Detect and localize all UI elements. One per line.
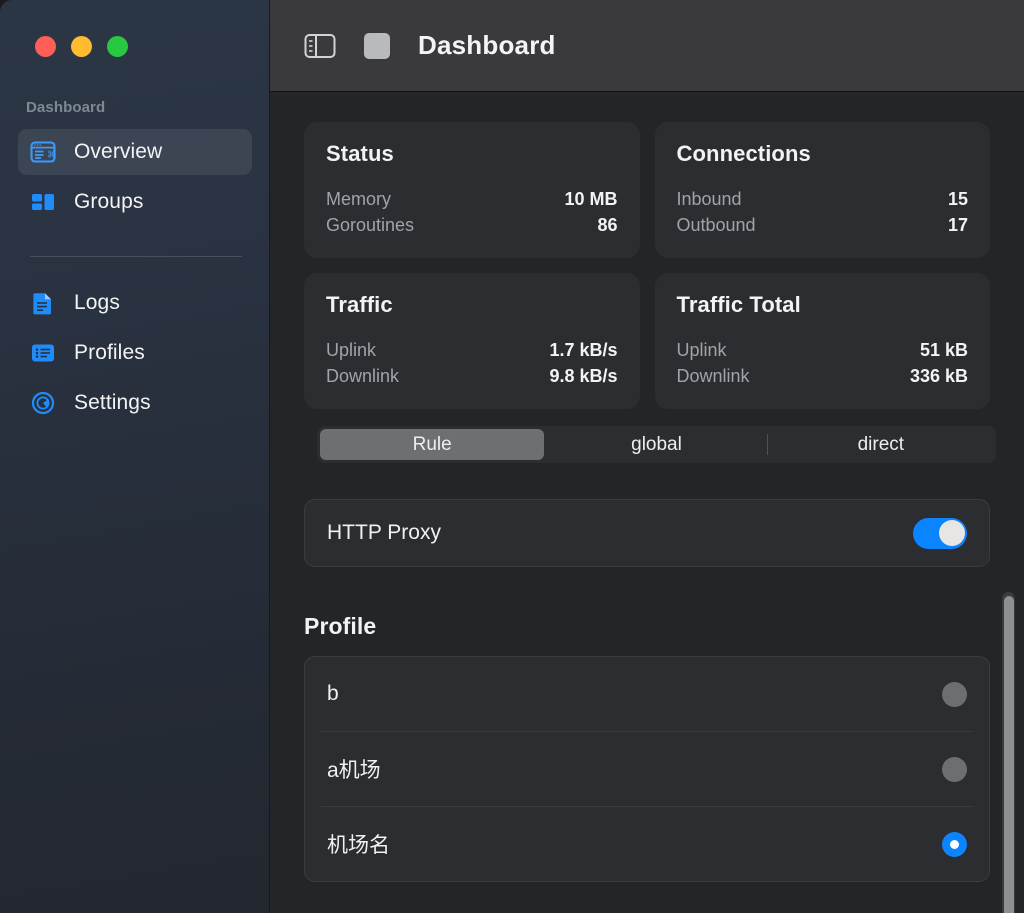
sidebar-toggle-icon[interactable]: [304, 33, 336, 59]
close-window-button[interactable]: [35, 36, 56, 57]
profile-item-a[interactable]: a机场: [305, 732, 989, 806]
minimize-window-button[interactable]: [71, 36, 92, 57]
sidebar-secondary-nav: Logs Profiles: [18, 280, 252, 430]
profile-item-label: b: [327, 682, 339, 706]
connections-card-title: Connections: [677, 141, 969, 167]
scrollbar-thumb[interactable]: [1004, 596, 1014, 913]
radio-dot: [950, 840, 959, 849]
stat-line: Memory 10 MB: [326, 187, 618, 213]
total-downlink-label: Downlink: [677, 364, 750, 390]
inbound-label: Inbound: [677, 187, 742, 213]
stat-line: Downlink 336 kB: [677, 364, 969, 390]
stat-line: Uplink 51 kB: [677, 338, 969, 364]
list-icon: [30, 340, 56, 366]
total-downlink-value: 336 kB: [910, 364, 968, 390]
traffic-downlink-value: 9.8 kB/s: [549, 364, 617, 390]
toggle-knob: [939, 520, 965, 546]
sidebar-item-logs-label: Logs: [74, 291, 120, 315]
window-controls: [35, 36, 128, 57]
sidebar-item-groups[interactable]: Groups: [18, 179, 252, 225]
mode-option-global[interactable]: global: [544, 429, 768, 460]
traffic-total-card: Traffic Total Uplink 51 kB Downlink 336 …: [655, 273, 991, 409]
profile-radio-selected[interactable]: [942, 832, 967, 857]
connections-card: Connections Inbound 15 Outbound 17: [655, 122, 991, 258]
traffic-card-title: Traffic: [326, 292, 618, 318]
profile-panel: b a机场 机场名: [304, 656, 990, 882]
stat-card-row-1: Status Memory 10 MB Goroutines 86 Connec…: [304, 122, 990, 258]
main-area: Dashboard Status Memory 10 MB Goroutines…: [270, 0, 1024, 913]
goroutines-value: 86: [597, 213, 617, 239]
maximize-window-button[interactable]: [107, 36, 128, 57]
vertical-scrollbar[interactable]: [1002, 592, 1015, 913]
sidebar: Dashboard ⌘ Overview: [0, 0, 270, 913]
traffic-uplink-value: 1.7 kB/s: [549, 338, 617, 364]
outbound-value: 17: [948, 213, 968, 239]
traffic-uplink-label: Uplink: [326, 338, 376, 364]
sidebar-item-overview[interactable]: ⌘ Overview: [18, 129, 252, 175]
sidebar-section-label: Dashboard: [26, 99, 105, 116]
sidebar-item-profiles-label: Profiles: [74, 341, 145, 365]
mode-selector[interactable]: Rule global direct: [317, 426, 996, 463]
mode-option-direct[interactable]: direct: [769, 429, 993, 460]
stat-line: Outbound 17: [677, 213, 969, 239]
stat-line: Inbound 15: [677, 187, 969, 213]
gear-circle-icon: [30, 390, 56, 416]
outbound-label: Outbound: [677, 213, 756, 239]
sidebar-item-settings-label: Settings: [74, 391, 151, 415]
sidebar-primary-nav: ⌘ Overview Groups: [18, 129, 252, 229]
http-proxy-panel: HTTP Proxy: [304, 499, 990, 567]
groups-grid-icon: [30, 189, 56, 215]
sidebar-item-profiles[interactable]: Profiles: [18, 330, 252, 376]
total-uplink-label: Uplink: [677, 338, 727, 364]
traffic-total-card-title: Traffic Total: [677, 292, 969, 318]
sidebar-item-settings[interactable]: Settings: [18, 380, 252, 426]
stat-line: Downlink 9.8 kB/s: [326, 364, 618, 390]
sidebar-item-overview-label: Overview: [74, 140, 162, 164]
memory-label: Memory: [326, 187, 391, 213]
profile-item-label: a机场: [327, 754, 381, 784]
profile-radio-b[interactable]: [942, 682, 967, 707]
svg-text:⌘: ⌘: [47, 150, 56, 160]
status-card: Status Memory 10 MB Goroutines 86: [304, 122, 640, 258]
goroutines-label: Goroutines: [326, 213, 414, 239]
sidebar-item-groups-label: Groups: [74, 190, 143, 214]
http-proxy-label: HTTP Proxy: [327, 521, 441, 545]
overview-window-icon: ⌘: [30, 139, 56, 165]
traffic-downlink-label: Downlink: [326, 364, 399, 390]
profile-item-label: 机场名: [327, 829, 390, 859]
memory-value: 10 MB: [564, 187, 617, 213]
inbound-value: 15: [948, 187, 968, 213]
sidebar-divider: [30, 256, 242, 257]
mode-option-rule[interactable]: Rule: [320, 429, 544, 460]
document-icon: [30, 290, 56, 316]
content-scroll-area: Status Memory 10 MB Goroutines 86 Connec…: [270, 92, 1024, 913]
traffic-card: Traffic Uplink 1.7 kB/s Downlink 9.8 kB/…: [304, 273, 640, 409]
profile-item-b[interactable]: b: [305, 657, 989, 731]
sidebar-item-logs[interactable]: Logs: [18, 280, 252, 326]
app-window: Dashboard ⌘ Overview: [0, 0, 1024, 913]
http-proxy-toggle[interactable]: [913, 518, 967, 549]
page-title: Dashboard: [418, 30, 556, 61]
stat-line: Goroutines 86: [326, 213, 618, 239]
stat-line: Uplink 1.7 kB/s: [326, 338, 618, 364]
profile-section-title: Profile: [304, 613, 990, 640]
profile-item-selected[interactable]: 机场名: [305, 807, 989, 881]
total-uplink-value: 51 kB: [920, 338, 968, 364]
profile-radio-a[interactable]: [942, 757, 967, 782]
http-proxy-row[interactable]: HTTP Proxy: [305, 500, 989, 566]
titlebar: Dashboard: [270, 0, 1024, 92]
status-card-title: Status: [326, 141, 618, 167]
stat-card-row-2: Traffic Uplink 1.7 kB/s Downlink 9.8 kB/…: [304, 273, 990, 409]
rounded-square-icon[interactable]: [364, 33, 390, 59]
